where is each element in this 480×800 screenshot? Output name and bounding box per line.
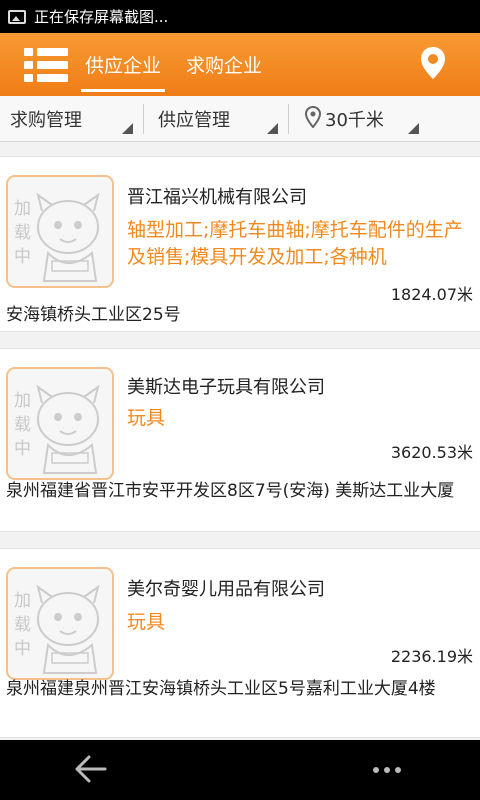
menu-icon[interactable] [24, 47, 68, 83]
status-bar: 正在保存屏幕截图... [0, 0, 480, 33]
location-icon[interactable] [420, 46, 446, 80]
status-notification: 正在保存屏幕截图... [34, 8, 169, 26]
dropdown-corner-icon [122, 123, 133, 134]
product-list: 轴型加工;摩托车曲轴;摩托车配件的生产及销售;模具开发及加工;各种机 [127, 219, 463, 268]
list-item[interactable]: 加载中 美尔奇婴儿用品有限公司 玩具 2236.19米 泉州福建泉州晋江安海镇桥… [0, 548, 480, 738]
filter-purchase-management[interactable]: 求购管理 [0, 96, 143, 142]
distance-label: 3620.53米 [390, 443, 473, 462]
loading-text: 加载中 [14, 199, 31, 267]
company-list: 加载中 晋江福兴机械有限公司 轴型加工;摩托车曲轴;摩托车配件的生产及销售;模具… [0, 156, 480, 754]
dropdown-corner-icon [267, 123, 278, 134]
location-pin-icon [304, 105, 322, 133]
filter-supply-management[interactable]: 供应管理 [144, 96, 288, 142]
app-header: 供应企业 求购企业 [0, 33, 480, 96]
address-label: 泉州福建省晋江市安平开发区8区7号(安海) 美斯达工业大厦 [6, 481, 455, 501]
thumbnail-placeholder: 加载中 [6, 367, 114, 480]
company-name: 晋江福兴机械有限公司 [127, 187, 307, 208]
tab-purchase-companies[interactable]: 求购企业 [186, 33, 262, 96]
company-name: 美尔奇婴儿用品有限公司 [127, 579, 325, 600]
loading-text: 加载中 [14, 391, 31, 459]
filter-bar: 求购管理 供应管理 30千米 [0, 96, 480, 142]
list-item[interactable]: 加载中 晋江福兴机械有限公司 轴型加工;摩托车曲轴;摩托车配件的生产及销售;模具… [0, 156, 480, 332]
address-label: 泉州福建泉州晋江安海镇桥头工业区5号嘉利工业大厦4楼 [6, 679, 436, 699]
tab-supply-companies[interactable]: 供应企业 [80, 33, 166, 96]
distance-label: 1824.07米 [390, 285, 473, 304]
product-list: 玩具 [127, 407, 166, 429]
more-dots-icon[interactable] [372, 760, 402, 780]
thumbnail-placeholder: 加载中 [6, 175, 114, 288]
thumbnail-placeholder: 加载中 [6, 567, 114, 680]
product-list: 玩具 [127, 611, 166, 633]
back-arrow-icon[interactable] [74, 754, 108, 784]
screenshot-icon [8, 9, 26, 24]
system-nav-bar [0, 740, 480, 800]
list-item[interactable]: 加载中 美斯达电子玩具有限公司 玩具 3620.53米 泉州福建省晋江市安平开发… [0, 348, 480, 532]
address-label: 安海镇桥头工业区25号 [6, 305, 181, 325]
loading-text: 加载中 [14, 591, 31, 659]
dropdown-corner-icon [408, 123, 419, 134]
company-name: 美斯达电子玩具有限公司 [127, 377, 325, 398]
filter-distance[interactable]: 30千米 [289, 96, 429, 142]
distance-label: 2236.19米 [390, 647, 473, 666]
